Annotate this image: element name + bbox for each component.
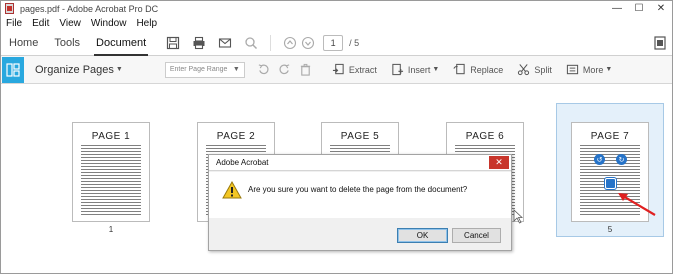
page-label: PAGE 1 bbox=[91, 131, 131, 142]
replace-button[interactable]: Replace bbox=[453, 63, 503, 76]
rotate-left-icon[interactable] bbox=[257, 63, 274, 76]
close-button[interactable]: ✕ bbox=[650, 1, 672, 16]
minimize-button[interactable]: — bbox=[606, 1, 628, 16]
chevron-down-icon[interactable]: ▼ bbox=[116, 66, 123, 73]
chevron-down-icon: ▼ bbox=[232, 65, 240, 73]
dialog-close-button[interactable]: ✕ bbox=[489, 156, 509, 169]
extract-button[interactable]: Extract bbox=[332, 63, 377, 76]
cancel-button[interactable]: Cancel bbox=[452, 228, 501, 243]
more-button[interactable]: More ▼ bbox=[566, 63, 612, 76]
pdf-file-icon bbox=[5, 3, 14, 14]
organize-toolbar: Organize Pages ▼ Enter Page Range ▼ Extr… bbox=[1, 56, 672, 84]
organize-pages-title[interactable]: Organize Pages bbox=[35, 64, 114, 76]
dialog-titlebar: Adobe Acrobat ✕ bbox=[209, 155, 511, 171]
warning-icon bbox=[222, 181, 242, 199]
page-number: 1 bbox=[108, 225, 114, 234]
insert-icon bbox=[392, 63, 403, 76]
page-label: PAGE 2 bbox=[216, 131, 256, 142]
page-number: 5 bbox=[607, 225, 613, 234]
next-page-icon[interactable] bbox=[301, 36, 315, 50]
maximize-button[interactable]: ☐ bbox=[628, 1, 650, 16]
red-arrow-annotation bbox=[618, 193, 656, 216]
organize-pages-icon[interactable] bbox=[2, 56, 24, 83]
page-label: PAGE 5 bbox=[340, 131, 380, 142]
previous-page-icon[interactable] bbox=[283, 36, 297, 50]
more-icon bbox=[566, 64, 578, 75]
page-range-select[interactable]: Enter Page Range ▼ bbox=[164, 61, 245, 78]
dialog-message: Are you sure you want to delete the page… bbox=[248, 185, 468, 194]
page-thumbnail[interactable]: PAGE 1 bbox=[72, 122, 150, 222]
dialog-title: Adobe Acrobat bbox=[216, 158, 269, 167]
extract-label: Extract bbox=[348, 64, 377, 75]
tab-home[interactable]: Home bbox=[1, 30, 46, 56]
extract-icon bbox=[332, 63, 344, 75]
acrobat-window: pages.pdf - Adobe Acrobat Pro DC — ☐ ✕ F… bbox=[0, 0, 673, 274]
toolbar-divider bbox=[270, 34, 272, 51]
page-label: PAGE 7 bbox=[590, 131, 630, 142]
title-bar: pages.pdf - Adobe Acrobat Pro DC — ☐ ✕ bbox=[1, 1, 672, 16]
page-total: / 5 bbox=[349, 37, 360, 48]
dialog-body: Are you sure you want to delete the page… bbox=[209, 172, 511, 218]
menu-edit[interactable]: Edit bbox=[27, 18, 54, 29]
split-button[interactable]: Split bbox=[517, 63, 552, 76]
delete-page-icon[interactable] bbox=[605, 178, 616, 189]
rotate-right-icon[interactable]: ↻ bbox=[616, 154, 627, 165]
more-label: More bbox=[582, 64, 604, 75]
window-title: pages.pdf - Adobe Acrobat Pro DC bbox=[20, 3, 159, 14]
menu-window[interactable]: Window bbox=[86, 18, 132, 29]
chevron-down-icon: ▼ bbox=[432, 66, 440, 73]
confirm-delete-dialog: Adobe Acrobat ✕ Are you sure you want to… bbox=[208, 154, 512, 251]
window-controls: — ☐ ✕ bbox=[606, 1, 672, 16]
main-toolbar: Home Tools Document 1 / 5 bbox=[1, 30, 672, 56]
mouse-cursor-icon bbox=[513, 209, 523, 224]
rotate-left-icon[interactable]: ↺ bbox=[594, 154, 605, 165]
scissors-icon bbox=[518, 64, 530, 76]
save-icon[interactable] bbox=[166, 36, 180, 50]
print-icon[interactable] bbox=[192, 36, 206, 50]
search-icon[interactable] bbox=[244, 36, 258, 50]
insert-label: Insert bbox=[407, 64, 431, 75]
page-range-placeholder: Enter Page Range bbox=[169, 66, 228, 73]
trash-icon[interactable] bbox=[299, 63, 316, 76]
chevron-down-icon: ▼ bbox=[605, 66, 613, 73]
tab-document[interactable]: Document bbox=[88, 30, 154, 56]
rotate-right-icon[interactable] bbox=[278, 63, 295, 76]
replace-label: Replace bbox=[470, 64, 504, 75]
insert-button[interactable]: Insert ▼ bbox=[391, 63, 439, 76]
replace-icon bbox=[453, 63, 465, 75]
collapse-panel-icon[interactable] bbox=[654, 36, 666, 50]
page-text-lines bbox=[81, 145, 141, 215]
menu-help[interactable]: Help bbox=[131, 18, 162, 29]
menu-file[interactable]: File bbox=[1, 18, 27, 29]
menu-bar: File Edit View Window Help bbox=[1, 16, 672, 30]
page-number-input[interactable]: 1 bbox=[323, 34, 344, 51]
email-icon[interactable] bbox=[218, 36, 232, 50]
menu-view[interactable]: View bbox=[54, 18, 86, 29]
page-label: PAGE 6 bbox=[465, 131, 505, 142]
split-label: Split bbox=[534, 64, 552, 75]
ok-button[interactable]: OK bbox=[397, 228, 448, 243]
tab-tools[interactable]: Tools bbox=[46, 30, 88, 56]
